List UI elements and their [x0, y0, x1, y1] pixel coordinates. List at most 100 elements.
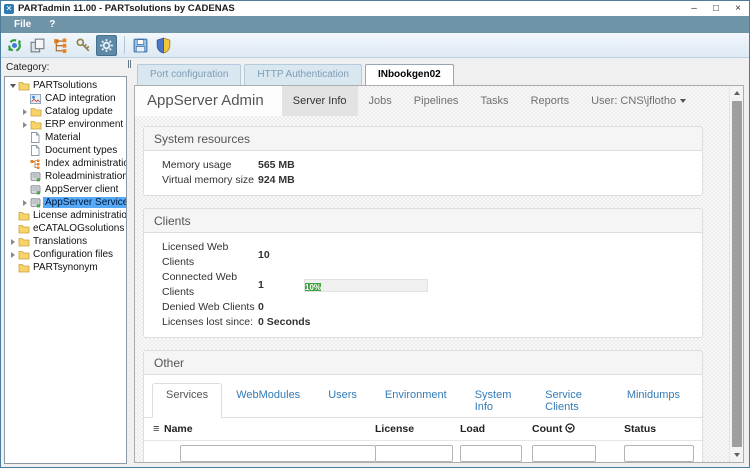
col-count[interactable]: Count: [532, 423, 624, 435]
folder-icon: [18, 250, 31, 260]
denied-clients-row: Denied Web Clients 0: [162, 301, 264, 313]
panel-title: Clients: [144, 209, 702, 233]
sidebar-item-translations[interactable]: Translations: [5, 235, 126, 248]
sidebar-item-erp-environment[interactable]: ERP environment: [5, 118, 126, 131]
sidebar-item-partsynonym[interactable]: PARTsynonym: [5, 261, 126, 274]
services-filter-row: [144, 440, 702, 462]
vertical-scrollbar[interactable]: [729, 86, 743, 462]
sort-descending-icon: [565, 423, 575, 433]
table-menu-icon[interactable]: ≡: [144, 423, 164, 435]
toolbar: [1, 33, 749, 58]
clients-panel: Clients Licensed Web Clients 10 Connecte…: [143, 208, 703, 338]
filter-count-input[interactable]: [532, 445, 596, 462]
folder-icon: [18, 224, 31, 234]
document-icon: [30, 132, 43, 143]
subtab-webmodules[interactable]: WebModules: [222, 383, 314, 418]
server-icon: [30, 184, 43, 195]
subtab-users[interactable]: Users: [314, 383, 371, 418]
nav-reports[interactable]: Reports: [520, 86, 581, 116]
tab-inbookgen02[interactable]: INbookgen02: [364, 64, 454, 85]
other-tab-strip: Services WebModules Users Environment Sy…: [144, 375, 702, 418]
filter-status-input[interactable]: [624, 445, 694, 462]
sidebar-item-document-types[interactable]: Document types: [5, 144, 126, 157]
virtual-memory-row: Virtual memory size 924 MB: [162, 174, 295, 186]
memory-usage-row: Memory usage 565 MB: [162, 159, 295, 171]
minimize-button[interactable]: –: [683, 3, 705, 14]
scroll-down-icon[interactable]: [730, 448, 743, 462]
chevron-right-icon[interactable]: [20, 121, 30, 128]
subtab-services[interactable]: Services: [152, 383, 223, 418]
title-bar: ✕ PARTadmin 11.00 - PARTsolutions by CAD…: [1, 1, 749, 16]
close-button[interactable]: ×: [727, 3, 749, 14]
toolbar-separator: [124, 36, 125, 54]
nav-pipelines[interactable]: Pipelines: [403, 86, 470, 116]
caret-down-icon: [680, 99, 687, 104]
sidebar-item-configuration-files[interactable]: Configuration files: [5, 248, 126, 261]
subtab-system-info[interactable]: System Info: [461, 383, 531, 418]
filter-license-input[interactable]: [375, 445, 453, 462]
sidebar-item-catalog-update[interactable]: Catalog update: [5, 105, 126, 118]
sidebar-item-ecatalogsolutions[interactable]: eCATALOGsolutions: [5, 222, 126, 235]
document-icon: [30, 145, 43, 156]
maximize-button[interactable]: □: [705, 3, 727, 14]
chevron-down-icon[interactable]: [8, 83, 18, 88]
category-label: Category:: [6, 62, 50, 73]
sidebar-item-roleadministration[interactable]: Roleadministration: [5, 170, 126, 183]
sidebar-item-cad-integration[interactable]: CAD integration: [5, 92, 126, 105]
category-sidebar: Category: PARTsolutions CAD integration …: [1, 58, 127, 467]
sidebar-item-material[interactable]: Material: [5, 131, 126, 144]
keys-icon[interactable]: [73, 35, 94, 56]
nav-tasks[interactable]: Tasks: [469, 86, 519, 116]
col-load[interactable]: Load: [460, 423, 532, 435]
licensed-clients-row: Licensed Web Clients 10: [162, 241, 270, 268]
filter-name-input[interactable]: [180, 445, 376, 462]
uac-shield-icon[interactable]: [153, 35, 174, 56]
copy-icon[interactable]: [27, 35, 48, 56]
scroll-up-icon[interactable]: [730, 86, 743, 100]
category-tree: PARTsolutions CAD integration Catalog up…: [4, 76, 127, 464]
index-structure-icon[interactable]: [50, 35, 71, 56]
tab-http-authentication[interactable]: HTTP Authentication: [244, 64, 362, 85]
col-license[interactable]: License: [375, 423, 460, 435]
sidebar-item-appserver-client[interactable]: AppServer client: [5, 183, 126, 196]
subtab-environment[interactable]: Environment: [371, 383, 461, 418]
chevron-right-icon[interactable]: [8, 238, 18, 245]
server-icon: [30, 171, 43, 182]
folder-icon: [30, 107, 43, 117]
menu-file[interactable]: File: [5, 19, 40, 30]
app-icon: ✕: [4, 3, 14, 14]
menu-help[interactable]: ?: [40, 19, 64, 30]
subtab-service-clients[interactable]: Service Clients: [531, 383, 613, 418]
filter-load-input[interactable]: [460, 445, 522, 462]
nav-server-info[interactable]: Server Info: [281, 86, 358, 116]
appserver-brand: AppServer Admin: [135, 86, 282, 116]
user-menu[interactable]: User: CNS\jflotho: [580, 86, 697, 116]
col-status[interactable]: Status: [624, 423, 702, 435]
other-panel: Other Services WebModules Users Environm…: [143, 350, 703, 462]
nav-jobs[interactable]: Jobs: [358, 86, 403, 116]
main-area: Category: PARTsolutions CAD integration …: [1, 58, 749, 467]
scrollbar-thumb[interactable]: [731, 101, 742, 447]
tab-port-configuration[interactable]: Port configuration: [137, 64, 242, 85]
appserver-admin-page: AppServer Admin Server Info Jobs Pipelin…: [135, 86, 729, 462]
subtab-minidumps[interactable]: Minidumps: [613, 383, 694, 418]
save-icon[interactable]: [130, 35, 151, 56]
menu-bar: File ?: [1, 16, 749, 33]
sidebar-item-partsolutions[interactable]: PARTsolutions: [5, 79, 126, 92]
sidebar-item-license-administration[interactable]: License administration: [5, 209, 126, 222]
appserver-navbar: AppServer Admin Server Info Jobs Pipelin…: [135, 86, 729, 116]
panel-title: Other: [144, 351, 702, 375]
chevron-right-icon[interactable]: [20, 108, 30, 115]
chevron-right-icon[interactable]: [20, 199, 30, 206]
window-title: PARTadmin 11.00 - PARTsolutions by CADEN…: [18, 3, 235, 14]
index-icon: [30, 159, 43, 169]
image-icon: [30, 93, 43, 104]
sync-icon[interactable]: [4, 35, 25, 56]
col-name[interactable]: Name: [164, 423, 375, 435]
folder-icon: [30, 120, 43, 130]
sidebar-item-index-administration[interactable]: Index administration: [5, 157, 126, 170]
sidebar-item-appserver-service[interactable]: AppServer Service: [5, 196, 126, 209]
chevron-right-icon[interactable]: [8, 251, 18, 258]
service-settings-icon[interactable]: [96, 34, 117, 56]
progress-fill: 10%: [305, 282, 322, 292]
